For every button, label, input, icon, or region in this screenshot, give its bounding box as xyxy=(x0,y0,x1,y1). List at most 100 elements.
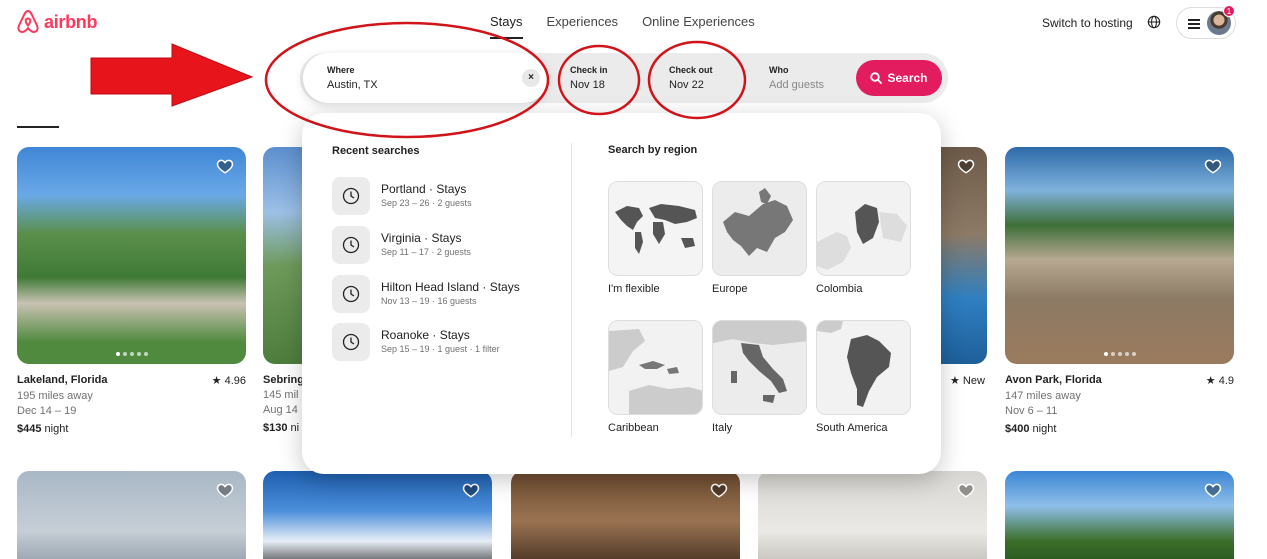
check-out-value: Nov 22 xyxy=(669,79,704,91)
heart-icon[interactable] xyxy=(1204,157,1222,175)
check-out-label: Check out xyxy=(669,65,713,75)
recent-search-item[interactable]: Virginia · Stays Sep 11 – 17 · 2 guests xyxy=(332,226,552,266)
listing-photo-row2-1[interactable] xyxy=(17,471,246,559)
region-label: South America xyxy=(816,422,888,434)
search-button[interactable]: Search xyxy=(856,60,942,96)
listing-photo[interactable] xyxy=(263,147,303,364)
category-tab-underline xyxy=(17,126,59,128)
recent-search-item[interactable]: Portland · Stays Sep 23 – 26 · 2 guests xyxy=(332,177,552,217)
clear-location-button[interactable]: × xyxy=(522,69,540,87)
listing-photo-row2-4[interactable] xyxy=(758,471,987,559)
heart-icon[interactable] xyxy=(1204,481,1222,499)
listing-title: Lakeland, Florida xyxy=(17,374,108,386)
price-unit: ni xyxy=(290,422,300,434)
airbnb-logo-icon xyxy=(17,9,39,34)
who-label: Who xyxy=(769,65,789,75)
photo-dots xyxy=(1103,352,1136,356)
listing-photo-row2-5[interactable] xyxy=(1005,471,1234,559)
region-europe[interactable]: Europe xyxy=(712,181,807,295)
menu-icon xyxy=(1188,19,1200,29)
clock-icon xyxy=(332,275,370,313)
listing-rating: ★ 4.9 xyxy=(1205,375,1234,387)
recent-search-details: Sep 23 – 26 · 2 guests xyxy=(381,198,472,208)
where-value[interactable]: Austin, TX xyxy=(327,79,548,91)
recent-search-details: Nov 13 – 19 · 16 guests xyxy=(381,296,477,306)
recent-search-title: Virginia · Stays xyxy=(381,231,462,245)
listing-price: $400 night xyxy=(1005,423,1234,435)
recent-searches-heading: Recent searches xyxy=(332,145,420,157)
price-amount: $445 xyxy=(17,423,42,435)
user-menu-button[interactable]: 1 xyxy=(1176,5,1236,39)
heart-icon[interactable] xyxy=(216,481,234,499)
search-bar: Where Austin, TX × Check in Nov 18 Check… xyxy=(300,53,948,103)
heart-icon[interactable] xyxy=(957,157,975,175)
listing-photo-row2-2[interactable] xyxy=(263,471,492,559)
listing-price: $445 night xyxy=(17,423,246,435)
listing-photo[interactable] xyxy=(1005,147,1234,364)
who-field[interactable]: Who Add guests xyxy=(769,53,859,103)
nav-online-experiences[interactable]: Online Experiences xyxy=(642,14,755,39)
heart-icon[interactable] xyxy=(710,481,728,499)
price-amount: $130 xyxy=(263,422,288,434)
heart-icon[interactable] xyxy=(462,481,480,499)
listing-card-avon-park[interactable]: Avon Park, Florida ★ 4.9 147 miles away N… xyxy=(1005,147,1234,435)
region-flexible[interactable]: I'm flexible xyxy=(608,181,703,295)
recent-search-title: Hilton Head Island · Stays xyxy=(381,280,520,294)
region-label: I'm flexible xyxy=(608,283,660,295)
clock-icon xyxy=(332,177,370,215)
price-unit: night xyxy=(1032,423,1057,435)
where-field[interactable]: Where Austin, TX × xyxy=(303,53,548,103)
listing-photo-row2-3[interactable] xyxy=(511,471,740,559)
listing-card-lakeland[interactable]: Lakeland, Florida ★ 4.96 195 miles away D… xyxy=(17,147,246,435)
globe-icon[interactable] xyxy=(1147,15,1161,29)
listing-rating: ★ 4.96 xyxy=(211,375,246,387)
top-header: airbnb Stays Experiences Online Experien… xyxy=(0,0,1267,114)
price-unit: night xyxy=(44,423,69,435)
top-nav: Stays Experiences Online Experiences xyxy=(490,14,755,39)
world-map-icon xyxy=(608,181,703,276)
price-amount: $400 xyxy=(1005,423,1030,435)
clock-icon xyxy=(332,323,370,361)
listing-title: Sebring xyxy=(263,374,303,386)
region-label: Europe xyxy=(712,283,748,295)
nav-stays[interactable]: Stays xyxy=(490,14,523,39)
region-italy[interactable]: Italy xyxy=(712,320,807,434)
europe-map-icon xyxy=(712,181,807,276)
italy-map-icon xyxy=(712,320,807,415)
recent-search-item[interactable]: Hilton Head Island · Stays Nov 13 – 19 ·… xyxy=(332,275,552,315)
airbnb-logo[interactable]: airbnb xyxy=(16,9,98,35)
heart-icon[interactable] xyxy=(957,481,975,499)
listing-title: Avon Park, Florida xyxy=(1005,374,1102,386)
listing-distance: 145 mil xyxy=(263,389,299,401)
listing-photo[interactable] xyxy=(17,147,246,364)
recent-search-item[interactable]: Roanoke · Stays Sep 15 – 19 · 1 guest · … xyxy=(332,323,552,363)
listing-dates: Aug 14 xyxy=(263,404,298,416)
check-in-field[interactable]: Check in Nov 18 xyxy=(570,53,650,103)
region-colombia[interactable]: Colombia xyxy=(816,181,911,295)
colombia-map-icon xyxy=(816,181,911,276)
dropdown-divider xyxy=(571,143,572,437)
region-label: Colombia xyxy=(816,283,863,295)
region-label: Italy xyxy=(712,422,733,434)
who-placeholder: Add guests xyxy=(769,79,825,91)
clock-icon xyxy=(332,226,370,264)
region-south-america[interactable]: South America xyxy=(816,320,911,434)
photo-dots xyxy=(115,352,148,356)
location-dropdown: Recent searches Search by region Portlan… xyxy=(302,113,941,474)
caribbean-map-icon xyxy=(608,320,703,415)
check-out-field[interactable]: Check out Nov 22 xyxy=(669,53,749,103)
heart-icon[interactable] xyxy=(216,157,234,175)
nav-experiences[interactable]: Experiences xyxy=(547,14,619,39)
recent-search-title: Portland · Stays xyxy=(381,182,467,196)
recent-search-title: Roanoke · Stays xyxy=(381,328,470,342)
listing-distance: 195 miles away xyxy=(17,390,93,402)
listing-card-sebring[interactable]: Sebring 145 mil Aug 14 $130 ni xyxy=(263,147,303,434)
search-icon xyxy=(870,72,883,84)
region-caribbean[interactable]: Caribbean xyxy=(608,320,703,434)
listing-rating: ★ New xyxy=(950,375,985,387)
check-in-label: Check in xyxy=(570,65,608,75)
listing-dates: Nov 6 – 11 xyxy=(1005,405,1058,417)
switch-to-hosting-link[interactable]: Switch to hosting xyxy=(1042,16,1133,30)
listing-dates: Dec 14 – 19 xyxy=(17,405,77,417)
recent-search-details: Sep 15 – 19 · 1 guest · 1 filter xyxy=(381,344,500,354)
